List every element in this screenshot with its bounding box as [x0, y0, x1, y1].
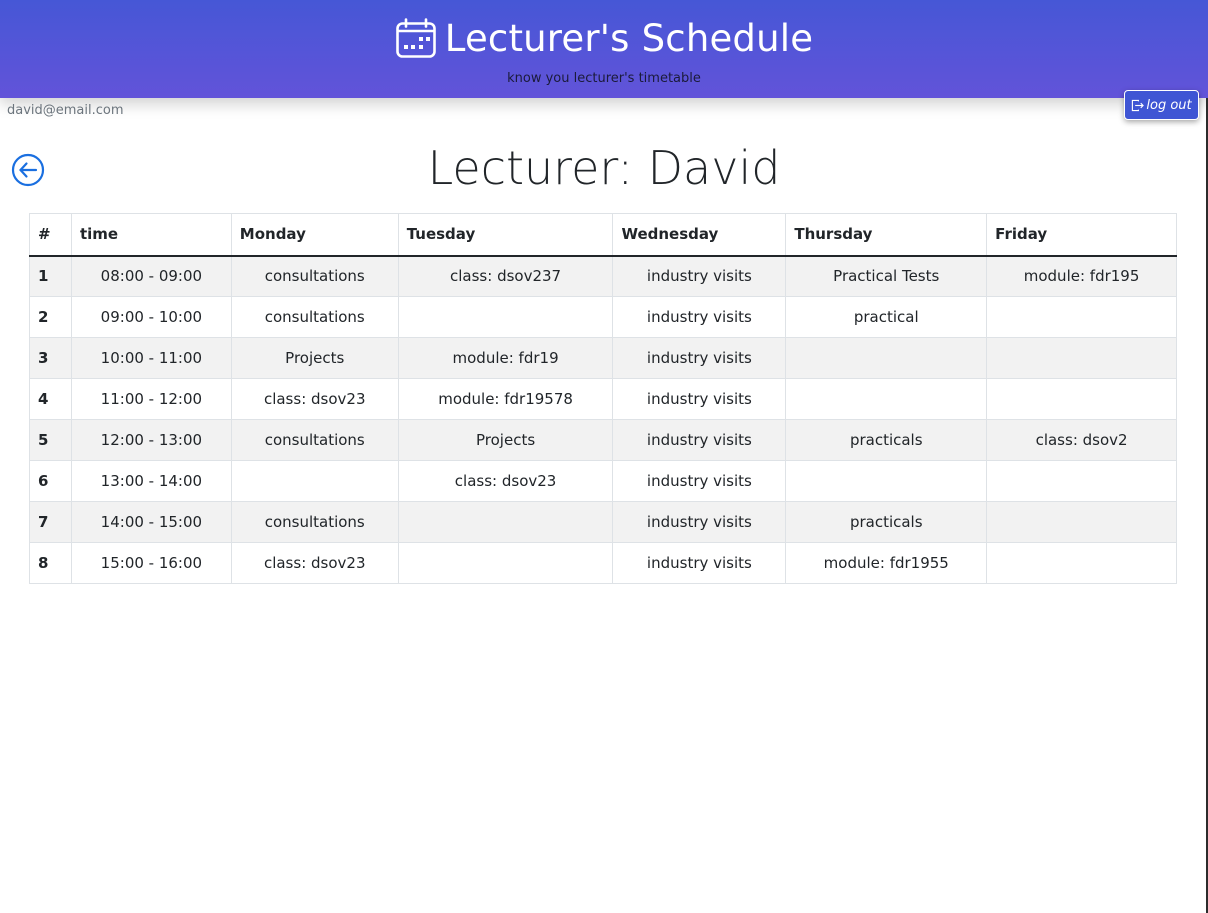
time-cell: 14:00 - 15:00	[70, 501, 232, 543]
table-cell: practical	[785, 296, 988, 338]
user-email: david@email.com	[7, 103, 124, 118]
table-cell	[397, 542, 614, 584]
time-cell: 12:00 - 13:00	[70, 419, 232, 461]
table-cell: class: dsov237	[397, 255, 614, 297]
table-cell	[986, 337, 1177, 379]
schedule-table: # time Monday Tuesday Wednesday Thursday…	[29, 213, 1177, 584]
time-cell: 15:00 - 16:00	[70, 542, 232, 584]
table-cell	[230, 460, 399, 502]
column-header: time	[70, 213, 232, 257]
logout-label: log out	[1146, 97, 1192, 113]
row-number: 8	[29, 542, 72, 584]
table-cell: Practical Tests	[785, 255, 988, 297]
table-cell	[785, 337, 988, 379]
table-cell: industry visits	[612, 255, 787, 297]
table-row: 6 13:00 - 14:00 class: dsov23 industry v…	[29, 460, 1177, 502]
table-row: 4 11:00 - 12:00 class: dsov23 module: fd…	[29, 378, 1177, 420]
table-cell	[986, 296, 1177, 338]
table-row: 8 15:00 - 16:00 class: dsov23 industry v…	[29, 542, 1177, 584]
table-cell: industry visits	[612, 501, 787, 543]
table-header-row: # time Monday Tuesday Wednesday Thursday…	[29, 213, 1177, 257]
row-number: 4	[29, 378, 72, 420]
table-cell: industry visits	[612, 419, 787, 461]
table-cell: class: dsov2	[986, 419, 1177, 461]
table-cell: practicals	[785, 419, 988, 461]
row-number: 3	[29, 337, 72, 379]
table-cell: module: fdr19	[397, 337, 614, 379]
table-cell: class: dsov23	[230, 378, 399, 420]
table-cell: consultations	[230, 255, 399, 297]
page-title: Lecturer: David	[427, 141, 781, 195]
table-cell	[986, 501, 1177, 543]
time-cell: 08:00 - 09:00	[70, 255, 232, 297]
table-cell: practicals	[785, 501, 988, 543]
table-cell	[785, 460, 988, 502]
time-cell: 10:00 - 11:00	[70, 337, 232, 379]
column-header: Monday	[230, 213, 399, 257]
table-cell: module: fdr19578	[397, 378, 614, 420]
row-number: 2	[29, 296, 72, 338]
header-title-row: Lecturer's Schedule	[0, 16, 1208, 62]
table-row: 2 09:00 - 10:00 consultations industry v…	[29, 296, 1177, 338]
column-header: Tuesday	[397, 213, 614, 257]
table-row: 5 12:00 - 13:00 consultations Projects i…	[29, 419, 1177, 461]
table-cell: module: fdr1955	[785, 542, 988, 584]
app-title: Lecturer's Schedule	[444, 17, 814, 60]
time-cell: 11:00 - 12:00	[70, 378, 232, 420]
table-cell: class: dsov23	[397, 460, 614, 502]
app-subtitle: know you lecturer's timetable	[507, 71, 701, 86]
table-cell: consultations	[230, 419, 399, 461]
column-header: #	[29, 213, 72, 257]
table-cell: Projects	[397, 419, 614, 461]
row-number: 5	[29, 419, 72, 461]
table-cell: Projects	[230, 337, 399, 379]
column-header: Friday	[986, 213, 1177, 257]
app-header: Lecturer's Schedule know you lecturer's …	[0, 0, 1208, 98]
table-cell: consultations	[230, 501, 399, 543]
table-cell	[397, 296, 614, 338]
logout-icon	[1132, 99, 1145, 111]
table-cell	[785, 378, 988, 420]
calendar-icon	[395, 18, 436, 58]
row-number: 7	[29, 501, 72, 543]
table-cell: consultations	[230, 296, 399, 338]
table-cell: industry visits	[612, 378, 787, 420]
table-row: 7 14:00 - 15:00 consultations industry v…	[29, 501, 1177, 543]
table-cell: class: dsov23	[230, 542, 399, 584]
column-header: Wednesday	[612, 213, 787, 257]
time-cell: 13:00 - 14:00	[70, 460, 232, 502]
table-row: 3 10:00 - 11:00 Projects module: fdr19 i…	[29, 337, 1177, 379]
table-cell: industry visits	[612, 542, 787, 584]
row-number: 1	[29, 255, 72, 297]
table-cell	[986, 542, 1177, 584]
table-cell: module: fdr195	[986, 255, 1177, 297]
row-number: 6	[29, 460, 72, 502]
table-cell	[986, 378, 1177, 420]
column-header: Thursday	[785, 213, 988, 257]
time-cell: 09:00 - 10:00	[70, 296, 232, 338]
table-cell	[986, 460, 1177, 502]
table-cell: industry visits	[612, 296, 787, 338]
table-cell: industry visits	[612, 460, 787, 502]
table-row: 1 08:00 - 09:00 consultations class: dso…	[29, 255, 1177, 297]
table-cell	[397, 501, 614, 543]
logout-button[interactable]: log out	[1124, 90, 1199, 120]
table-cell: industry visits	[612, 337, 787, 379]
